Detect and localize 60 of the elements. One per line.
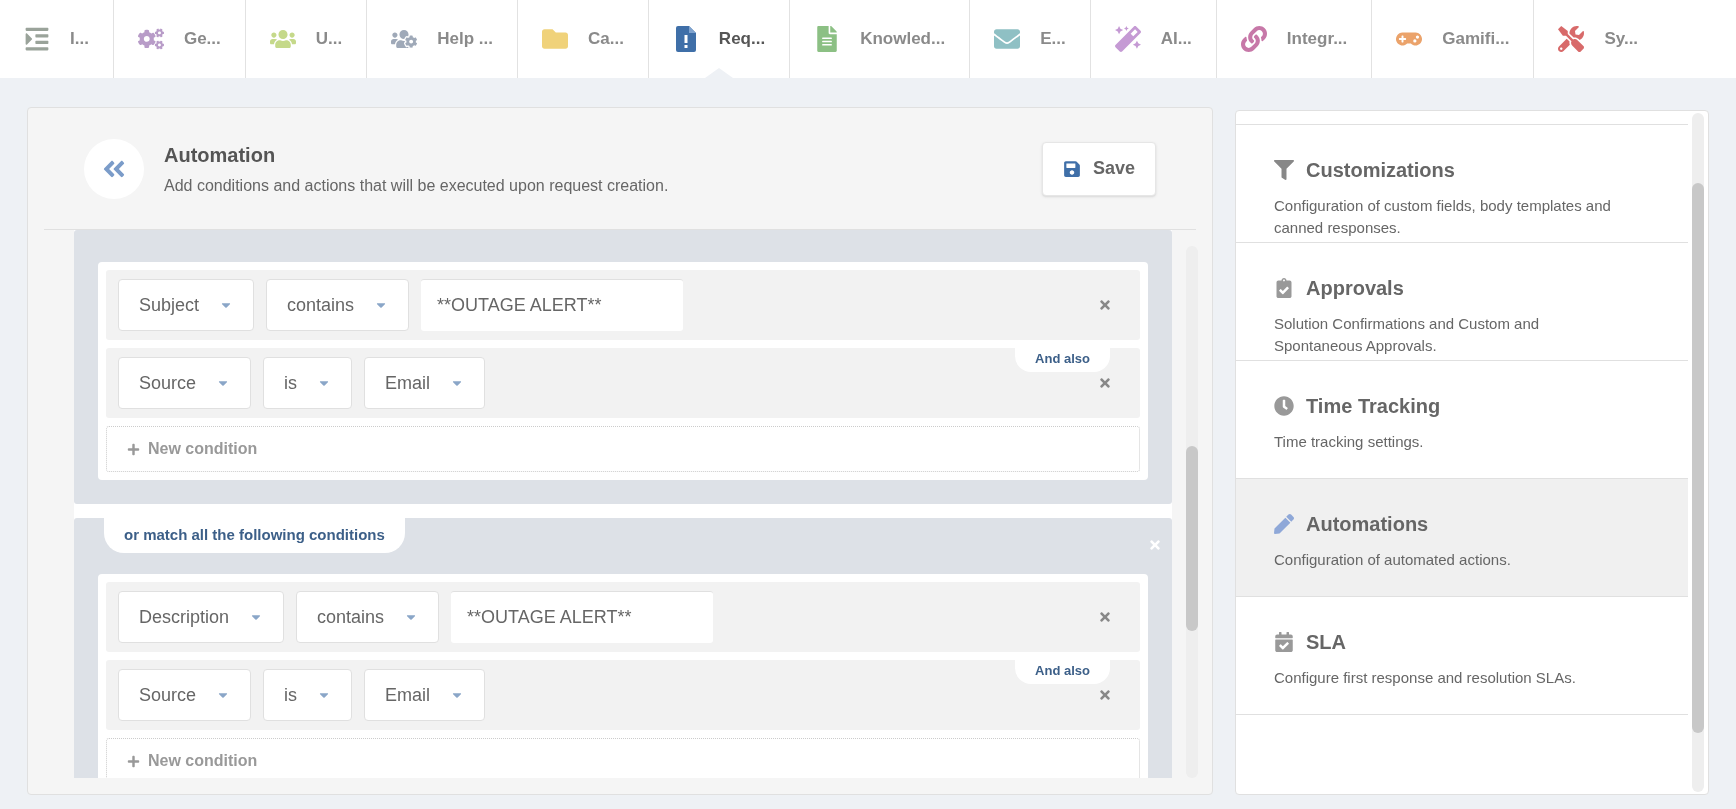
dropdown[interactable]: Email	[364, 669, 486, 721]
plus-icon	[127, 442, 140, 456]
plus-icon	[127, 754, 140, 768]
dropdown[interactable]: Subject	[118, 279, 255, 331]
save-icon	[1062, 159, 1081, 178]
page-subtitle: Add conditions and actions that will be executed upon request creation.	[164, 175, 669, 196]
nav-tab[interactable]: AI...	[1090, 19, 1216, 59]
dropdown[interactable]: Email	[364, 357, 486, 409]
settings-item-title: SLA	[1306, 630, 1346, 655]
clipboard-check-icon	[1274, 278, 1294, 298]
and-also-label: And also	[1015, 346, 1110, 372]
nav-tab[interactable]: Ge...	[113, 19, 245, 59]
settings-item-title: Time Tracking	[1306, 394, 1441, 419]
settings-item-description: Solution Confirmations and Custom and Spontaneous Approvals.	[1274, 314, 1541, 356]
indent-icon	[24, 26, 50, 52]
group-heading: or match all the following conditions	[104, 518, 405, 553]
clock-icon	[1274, 396, 1294, 416]
remove-icon[interactable]	[1098, 688, 1112, 702]
settings-item-title: Customizations	[1306, 158, 1455, 183]
nav-tab[interactable]: Gamifi...	[1372, 19, 1534, 59]
nav-tab[interactable]: Knowled...	[790, 19, 970, 59]
link-icon	[1240, 26, 1267, 52]
value-field[interactable]: **OUTAGE ALERT**	[421, 279, 684, 331]
save-button[interactable]: Save	[1041, 141, 1156, 196]
dropdown[interactable]: contains	[266, 279, 410, 331]
remove-icon[interactable]	[1098, 376, 1112, 390]
settings-item-title: Approvals	[1306, 276, 1404, 301]
nav-tab[interactable]: E...	[970, 19, 1090, 59]
pencil-icon	[1274, 514, 1294, 534]
remove-icon[interactable]	[1098, 298, 1112, 312]
dropdown[interactable]: Source	[118, 357, 252, 409]
folder-icon	[541, 26, 568, 52]
nav-tab[interactable]: Help ...	[367, 19, 517, 59]
envelope-icon	[994, 26, 1021, 52]
filter-icon	[1274, 160, 1294, 180]
page-title: Automation	[164, 142, 277, 168]
nav-tab[interactable]: U...	[245, 19, 367, 59]
magic-wand-icon	[1114, 26, 1141, 52]
nav-tab[interactable]: Integr...	[1216, 19, 1372, 59]
nav-tab[interactable]: Sy...	[1534, 19, 1663, 59]
nav-tab[interactable]: Ca...	[517, 19, 648, 59]
nav-tab[interactable]: Req...	[648, 19, 790, 59]
calendar-check-icon	[1274, 632, 1294, 652]
tools-icon	[1558, 26, 1585, 52]
settings-item-title: Automations	[1306, 512, 1429, 537]
gears-icon	[137, 26, 164, 52]
remove-icon[interactable]	[1098, 610, 1112, 624]
and-also-label: And also	[1015, 658, 1110, 684]
dropdown[interactable]: is	[263, 669, 353, 721]
settings-item-description: Time tracking settings.	[1274, 432, 1425, 452]
dropdown[interactable]: Source	[118, 669, 252, 721]
dropdown[interactable]: is	[263, 357, 353, 409]
settings-item-description: Configuration of automated actions.	[1274, 550, 1512, 570]
settings-item[interactable]: Automations Configuration of automated actions.	[1236, 479, 1688, 597]
value-field[interactable]: **OUTAGE ALERT**	[451, 591, 714, 643]
settings-item-description: Configuration of custom fields, body templates and canned responses.	[1274, 196, 1612, 238]
nav-tab[interactable]: I...	[0, 19, 113, 59]
settings-item-description: Configure first response and resolution SLAs.	[1274, 668, 1577, 688]
dropdown[interactable]: Description	[118, 591, 285, 643]
dropdown[interactable]: contains	[296, 591, 440, 643]
